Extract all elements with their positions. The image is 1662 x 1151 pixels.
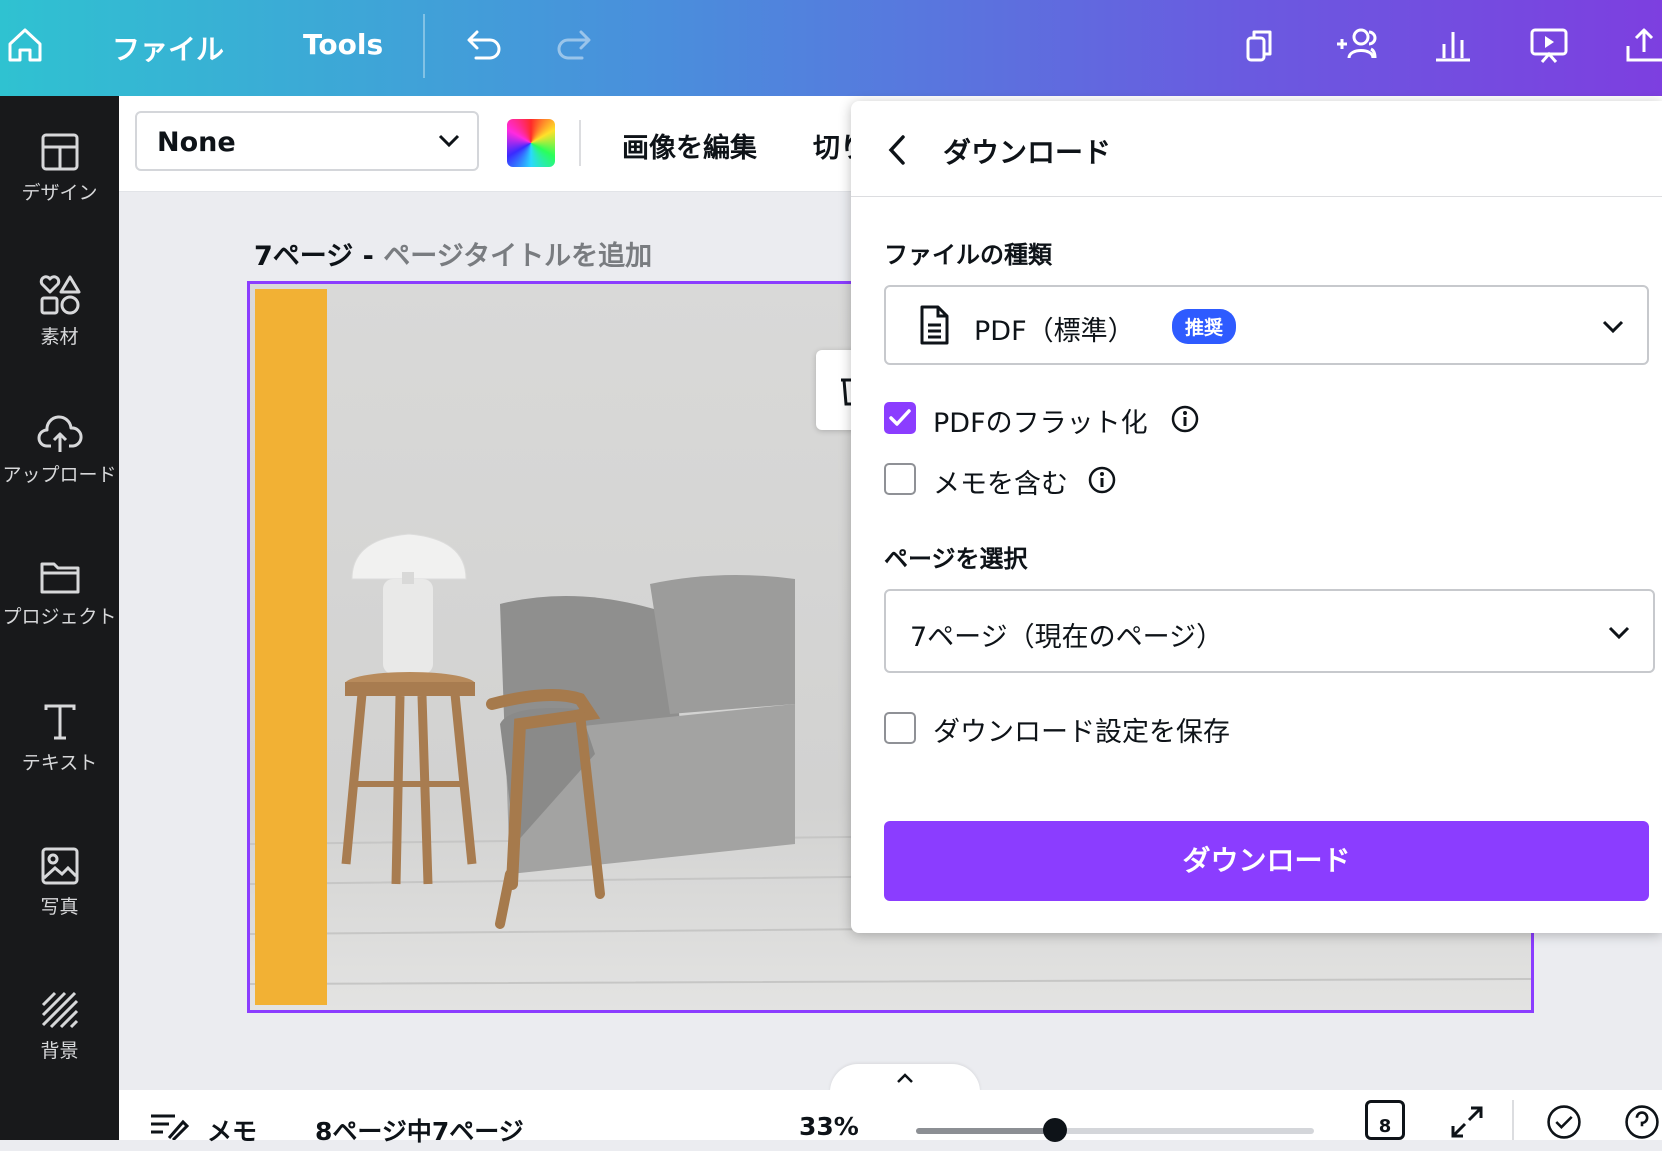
bottombar-divider [1512, 1100, 1514, 1140]
upload-share-icon[interactable] [1622, 22, 1662, 70]
download-panel-header: ダウンロード [851, 101, 1662, 197]
save-settings-checkbox[interactable] [884, 712, 916, 744]
folder-icon [40, 562, 79, 594]
zoom-slider[interactable] [916, 1118, 1314, 1142]
accent-stripe [255, 289, 327, 1005]
text-icon [44, 704, 75, 740]
top-bar: ファイル Tools [0, 0, 1662, 96]
back-chevron-icon[interactable] [883, 133, 913, 167]
photo-icon [41, 847, 78, 885]
left-sidebar: デザイン 素材 アップロード プロジェクト テキスト 写真 背景 [0, 96, 119, 1140]
zoom-slider-fill [916, 1128, 1056, 1134]
edit-image-button[interactable]: 画像を編集 [622, 126, 757, 165]
sidebar-item-elements[interactable]: 素材 [0, 274, 119, 349]
color-picker-swatch[interactable] [507, 119, 555, 167]
file-type-label: ファイルの種類 [884, 241, 1052, 269]
fullscreen-icon[interactable] [1449, 1104, 1485, 1140]
font-dropdown-value: None [157, 127, 236, 158]
chevron-down-icon [1608, 626, 1630, 640]
page-label: 7ページ - [254, 241, 384, 272]
present-icon[interactable] [1526, 22, 1574, 70]
zoom-slider-knob[interactable] [1043, 1118, 1068, 1142]
page-title[interactable]: 7ページ - ページタイトルを追加 [254, 234, 652, 273]
recommended-badge: 推奨 [1172, 309, 1237, 344]
file-type-select[interactable]: PDF（標準） 推奨 [884, 285, 1649, 365]
save-settings-label[interactable]: ダウンロード設定を保存 [933, 710, 1230, 749]
font-dropdown[interactable]: None [135, 111, 479, 171]
home-icon[interactable] [2, 22, 50, 70]
file-type-value: PDF（標準） [974, 316, 1135, 347]
topbar-divider [423, 14, 425, 78]
page-counter: 8ページ中7ページ [315, 1117, 524, 1146]
download-panel-title: ダウンロード [943, 136, 1112, 169]
sidebar-item-label: プロジェクト [2, 606, 117, 628]
bottom-bar: メモ 8ページ中7ページ 33% 8 [119, 1090, 1662, 1146]
sidebar-item-design[interactable]: デザイン [0, 132, 119, 205]
sidebar-item-label: 背景 [40, 1040, 79, 1062]
undo-icon[interactable] [460, 22, 508, 70]
chevron-up-icon [897, 1073, 913, 1083]
sidebar-item-label: テキスト [21, 752, 98, 774]
pages-select-value: 7ページ（現在のページ） [910, 622, 1224, 653]
sidebar-item-label: 写真 [40, 896, 79, 918]
help-icon[interactable] [1622, 1104, 1662, 1140]
resize-copy-icon[interactable] [1238, 22, 1286, 70]
select-pages-label: ページを選択 [884, 545, 1028, 573]
document-icon [920, 305, 949, 345]
page-scroll-handle[interactable] [830, 1064, 980, 1092]
elements-icon [39, 275, 80, 315]
file-menu[interactable]: ファイル [112, 28, 224, 68]
notes-button[interactable]: メモ [207, 1112, 257, 1148]
sidebar-item-text[interactable]: テキスト [0, 702, 119, 775]
sidebar-item-uploads[interactable]: アップロード [0, 414, 119, 487]
delete-tooltip-card[interactable] [816, 350, 858, 430]
page-grid-button[interactable]: 8 [1365, 1100, 1405, 1140]
notes-icon[interactable] [149, 1112, 189, 1140]
zoom-value[interactable]: 33% [799, 1112, 859, 1141]
sidebar-item-projects[interactable]: プロジェクト [0, 558, 119, 629]
flatten-pdf-checkbox[interactable] [884, 402, 916, 434]
include-notes-label[interactable]: メモを含む [933, 462, 1068, 501]
share-people-icon[interactable] [1333, 22, 1381, 70]
check-circle-icon[interactable] [1543, 1104, 1585, 1140]
tools-menu[interactable]: Tools [303, 28, 383, 61]
cloud-upload-icon [37, 415, 82, 452]
sidebar-item-label: アップロード [2, 464, 117, 486]
include-notes-checkbox[interactable] [884, 463, 916, 495]
analytics-icon[interactable] [1430, 22, 1478, 70]
download-button[interactable]: ダウンロード [884, 821, 1649, 901]
info-icon[interactable] [1170, 404, 1200, 434]
chevron-down-icon [438, 134, 460, 148]
info-icon[interactable] [1087, 465, 1117, 495]
layout-icon [41, 133, 78, 171]
page-count-badge: 8 [1378, 1116, 1392, 1137]
sidebar-item-label: 素材 [40, 326, 79, 348]
chevron-down-icon [1602, 320, 1624, 334]
toolbar-divider [579, 120, 581, 166]
redo-icon[interactable] [552, 22, 600, 70]
checkmark-icon [889, 409, 911, 426]
page-title-placeholder[interactable]: ページタイトルを追加 [383, 241, 652, 272]
download-panel: ダウンロード ファイルの種類 PDF（標準） 推奨 PDFのフラット化 メモを含… [851, 101, 1662, 933]
sidebar-item-label: デザイン [21, 182, 98, 204]
pages-select[interactable]: 7ページ（現在のページ） [884, 589, 1655, 673]
sidebar-item-background[interactable]: 背景 [0, 990, 119, 1063]
sidebar-item-photos[interactable]: 写真 [0, 846, 119, 919]
flatten-pdf-label[interactable]: PDFのフラット化 [933, 401, 1148, 440]
background-icon [41, 991, 78, 1029]
